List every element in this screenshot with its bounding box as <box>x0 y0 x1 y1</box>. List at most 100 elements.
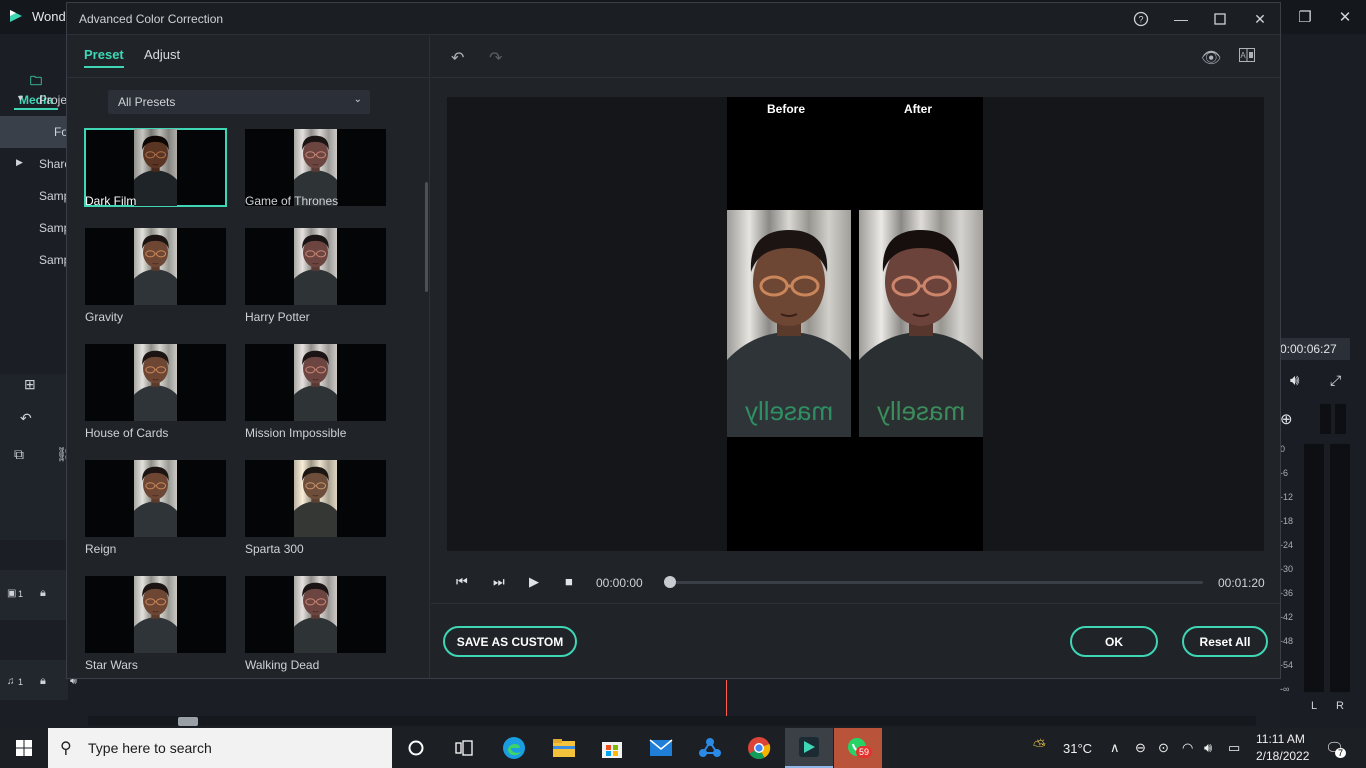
play-icon[interactable]: ▶ <box>529 574 539 590</box>
person-figure: maselly <box>859 230 983 437</box>
filmora-app[interactable] <box>785 728 833 768</box>
undo-icon[interactable]: ↶ <box>20 410 32 427</box>
search-placeholder: Type here to search <box>88 740 212 756</box>
scrubber-handle[interactable] <box>664 576 676 588</box>
redo-icon[interactable]: ↷ <box>489 48 502 68</box>
preset-thumbnail-reign[interactable] <box>85 460 226 537</box>
preset-preview-image <box>294 460 337 537</box>
filmora-logo-icon <box>10 10 22 22</box>
minimize-button[interactable]: — <box>1162 3 1200 35</box>
battery-icon[interactable]: ▭ <box>1228 740 1240 756</box>
eye-icon[interactable]: 👁︎ <box>1201 48 1221 68</box>
tab-adjust[interactable]: Adjust <box>144 47 180 62</box>
lock-icon[interactable]: 🔒︎ <box>40 675 46 688</box>
timeline-scrollbar[interactable] <box>88 716 1256 726</box>
new-folder-icon[interactable]: ⊞ <box>24 376 36 393</box>
task-view-button[interactable] <box>440 728 488 768</box>
edge-icon <box>503 737 525 759</box>
onedrive-icon[interactable]: ⊖ <box>1135 740 1146 756</box>
previous-frame-icon[interactable]: ⏮︎ <box>456 574 468 590</box>
undo-icon[interactable]: ↶ <box>451 48 464 68</box>
preset-filter-value: All Presets <box>118 95 176 109</box>
preset-thumbnail-house-of-cards[interactable] <box>85 344 226 421</box>
compare-view-icon[interactable]: A <box>1239 48 1255 67</box>
preset-preview-image <box>134 344 177 421</box>
tree-item-sample[interactable]: Samp <box>0 212 70 244</box>
preset-thumbnail-mission-impossible[interactable] <box>245 344 386 421</box>
media-library-panel: 🗀 Media ▼ Proje Fo ▶ Share Samp Samp Samp <box>0 34 71 374</box>
add-track-icon[interactable]: ⧉ <box>14 446 24 463</box>
chevron-up-icon[interactable]: ∧ <box>1110 740 1120 756</box>
preset-scrollbar[interactable] <box>425 182 428 292</box>
edge-app[interactable] <box>490 728 538 768</box>
webcam-icon[interactable]: ⊙ <box>1158 740 1169 756</box>
volume-icon[interactable]: 🔊︎ <box>1290 372 1299 389</box>
person-figure: maselly <box>727 230 851 437</box>
meter-scale-label: -∞ <box>1280 684 1290 694</box>
person-figure <box>134 135 177 206</box>
minimize-icon: — <box>1174 11 1188 27</box>
dialog-close-button[interactable]: ✕ <box>1241 3 1279 35</box>
fullscreen-icon[interactable]: ⤢ <box>1330 372 1341 389</box>
notification-count: 7 <box>1335 748 1347 758</box>
tree-item-shared[interactable]: ▶ Share <box>0 148 71 180</box>
maximize-button[interactable] <box>1201 3 1239 35</box>
preset-filter-dropdown[interactable]: All Presets ⌄ <box>108 90 370 114</box>
meter-left-channel <box>1304 444 1324 692</box>
player-timecode: 0:00:06:27 <box>1280 338 1350 360</box>
folder-icon <box>553 739 575 757</box>
clock-date[interactable]: 2/18/2022 <box>1256 749 1309 763</box>
chrome-app[interactable] <box>735 728 783 768</box>
meter-right-channel <box>1330 444 1350 692</box>
whatsapp-app[interactable]: 59 <box>834 728 882 768</box>
network-app[interactable] <box>686 728 734 768</box>
help-icon: ? <box>1133 11 1149 27</box>
tree-item-sample[interactable]: Samp <box>0 244 70 276</box>
next-frame-icon[interactable]: ⏭︎ <box>493 574 505 590</box>
lock-icon[interactable]: 🔒︎ <box>40 587 46 600</box>
taskbar-search-box[interactable]: ⚲ Type here to search <box>48 728 392 768</box>
dialog-title: Advanced Color Correction <box>79 12 224 26</box>
meter-scale-label: -48 <box>1280 636 1294 646</box>
clock-time[interactable]: 11:11 AM <box>1256 732 1305 746</box>
zoom-in-icon[interactable]: ⊕ <box>1280 410 1293 428</box>
weather-temperature[interactable]: 31°C <box>1063 741 1092 756</box>
cortana-button[interactable] <box>392 728 440 768</box>
tree-item-sample[interactable]: Samp <box>0 180 70 212</box>
help-button[interactable]: ? <box>1122 3 1160 35</box>
preset-thumbnail-walking-dead[interactable] <box>245 576 386 653</box>
reset-all-button[interactable]: Reset All <box>1182 626 1268 657</box>
timeline-playhead[interactable] <box>726 680 727 716</box>
tree-item-folder[interactable]: Fo <box>0 116 68 148</box>
before-label: Before <box>767 102 806 116</box>
current-time: 00:00:00 <box>596 576 643 590</box>
preset-label: Star Wars <box>85 658 138 672</box>
timeline-scrollbar-thumb[interactable] <box>178 717 198 726</box>
playback-scrubber[interactable] <box>669 581 1203 584</box>
filmora-icon <box>799 737 819 757</box>
weather-icon[interactable]: ⛅︎ <box>1033 738 1046 756</box>
preset-thumbnail-star-wars[interactable] <box>85 576 226 653</box>
save-as-custom-button[interactable]: SAVE AS CUSTOM <box>443 626 577 657</box>
tabs-divider <box>67 77 430 78</box>
stop-icon[interactable]: ■ <box>565 574 573 589</box>
windows-taskbar: ⚲ Type here to search 59 ⛅︎ 31°C ∧ ⊖ ⊙ ◠… <box>0 728 1366 768</box>
video-track-header: ▣ 1 🔒︎ <box>0 570 68 620</box>
preset-preview-image <box>134 129 177 206</box>
preset-thumbnail-harry-potter[interactable] <box>245 228 386 305</box>
app-close-button[interactable]: ✕ <box>1322 0 1366 34</box>
preset-thumbnail-gravity[interactable] <box>85 228 226 305</box>
wifi-icon[interactable]: ◠ <box>1182 740 1193 756</box>
start-button[interactable] <box>0 728 48 768</box>
preset-thumbnail-sparta-300[interactable] <box>245 460 386 537</box>
person-figure <box>294 350 337 421</box>
ok-button[interactable]: OK <box>1070 626 1158 657</box>
tab-preset[interactable]: Preset <box>84 47 124 62</box>
after-frame: maselly <box>859 210 983 437</box>
preview-pane: ↶ ↷ 👁︎ A Before After maselly maselly ⏮︎… <box>431 36 1280 678</box>
tree-item-project[interactable]: ▼ Proje <box>0 84 68 116</box>
file-explorer-app[interactable] <box>540 728 588 768</box>
mail-app[interactable] <box>637 728 685 768</box>
microsoft-store-app[interactable] <box>588 728 636 768</box>
volume-icon[interactable]: 🔊︎ <box>1204 740 1212 756</box>
